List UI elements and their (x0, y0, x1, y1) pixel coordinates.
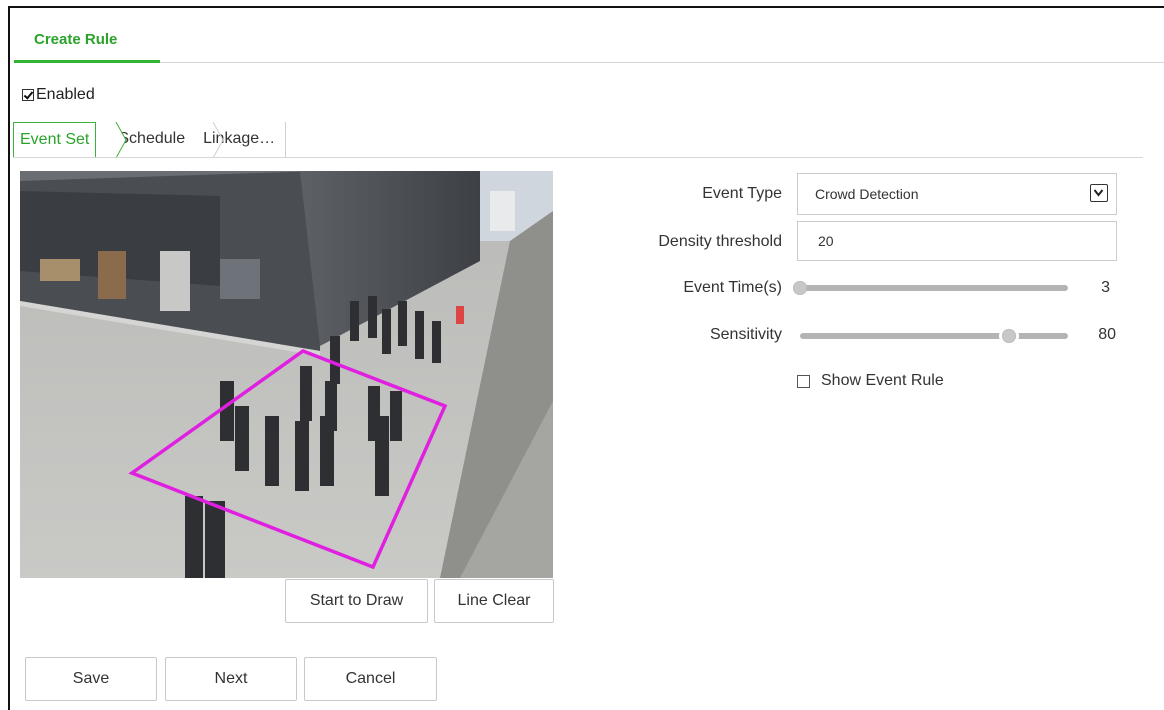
video-preview[interactable] (20, 171, 553, 578)
event-type-label: Event Type (702, 185, 782, 202)
event-type-select[interactable]: Crowd Detection (797, 173, 1117, 215)
tab-event-set[interactable]: Event Set (13, 122, 97, 158)
event-time-slider-thumb[interactable] (793, 281, 807, 295)
header-divider (160, 62, 1164, 63)
show-event-rule-label: Show Event Rule (821, 372, 944, 389)
tab-event-set-label: Event Set (20, 131, 90, 148)
event-type-value: Crowd Detection (815, 186, 919, 202)
line-clear-button[interactable]: Line Clear (434, 579, 554, 623)
sensitivity-label: Sensitivity (709, 326, 782, 343)
subtabs-divider (13, 157, 1143, 158)
start-to-draw-button[interactable]: Start to Draw (285, 579, 428, 623)
chevron-down-icon[interactable] (1090, 184, 1108, 202)
show-event-rule-toggle[interactable]: Show Event Rule (797, 372, 944, 390)
sensitivity-slider-thumb[interactable] (1002, 329, 1017, 343)
save-button[interactable]: Save (25, 657, 157, 701)
tab-schedule-label: Schedule (118, 130, 186, 147)
rule-steps-tabs: Event Set Schedule Linkage… (13, 122, 287, 158)
show-event-rule-checkbox[interactable] (797, 374, 810, 388)
sensitivity-value: 80 (1098, 326, 1116, 343)
camera-scene (20, 171, 553, 578)
enabled-checkbox[interactable] (22, 89, 34, 101)
event-time-slider[interactable] (793, 281, 1068, 295)
event-time-label: Event Time(s) (683, 279, 782, 296)
step-arrow-icon (115, 122, 127, 158)
sensitivity-slider[interactable] (800, 329, 1068, 343)
active-tab-indicator (14, 60, 160, 63)
density-threshold-input[interactable]: 20 (797, 221, 1117, 261)
next-button[interactable]: Next (165, 657, 297, 701)
cancel-button[interactable]: Cancel (304, 657, 437, 701)
event-time-value: 3 (1101, 279, 1110, 296)
density-threshold-label: Density threshold (658, 233, 782, 250)
enabled-label: Enabled (36, 86, 95, 103)
step-arrow-icon (212, 122, 224, 158)
tab-create-rule[interactable]: Create Rule (14, 18, 160, 62)
enabled-toggle[interactable]: Enabled (22, 86, 95, 104)
